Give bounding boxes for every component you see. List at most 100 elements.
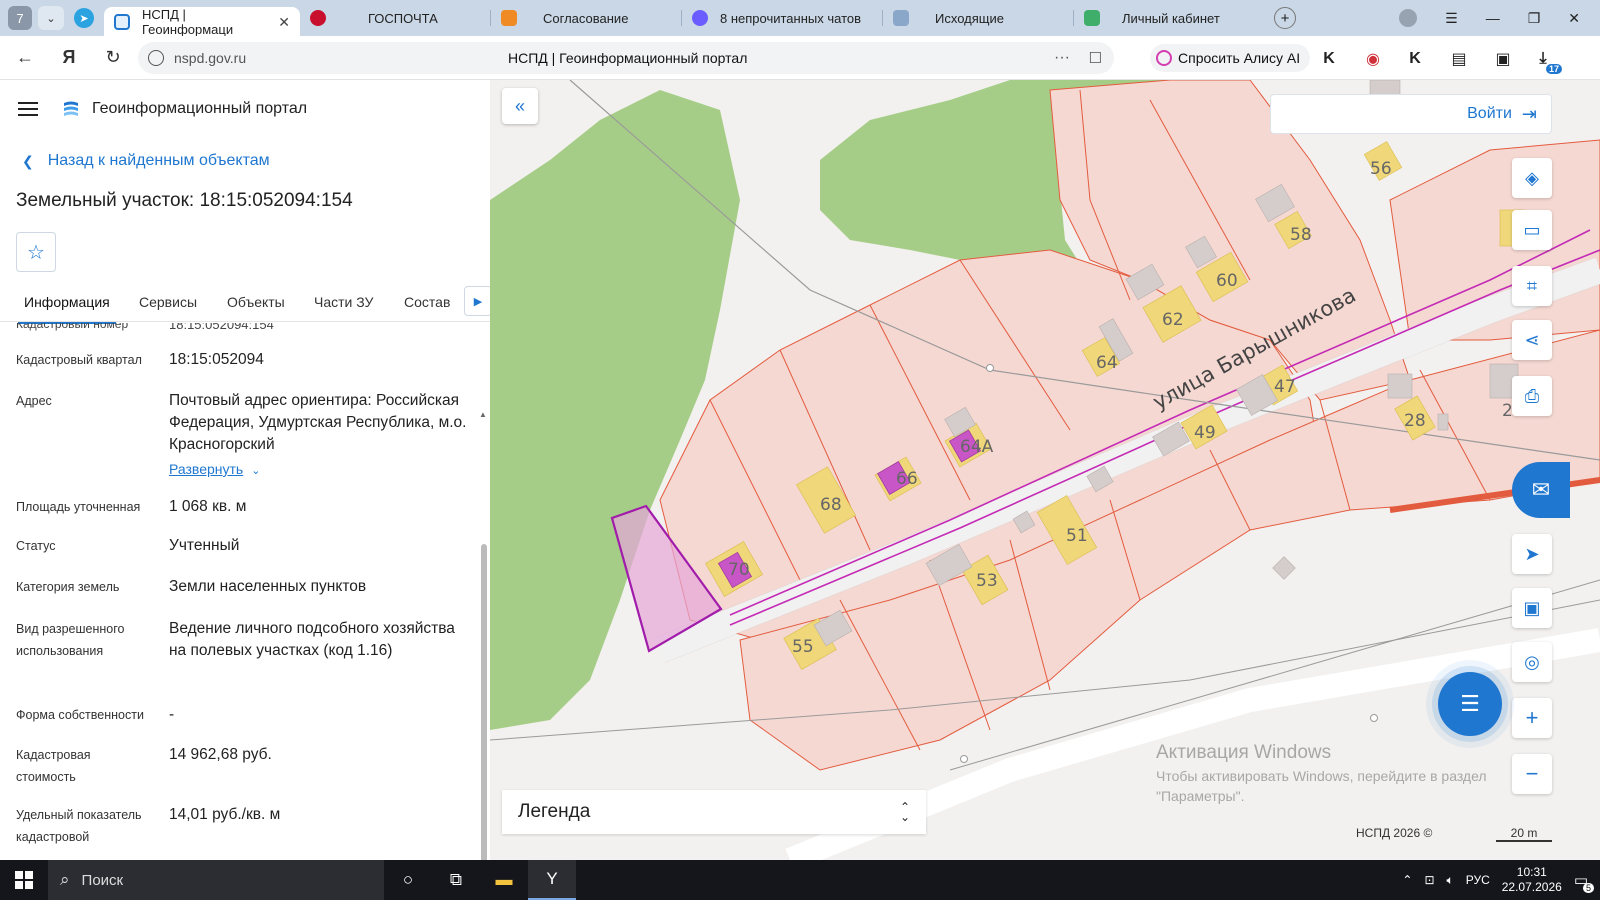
expand-address-link[interactable]: Развернуть ⌄ (169, 458, 260, 482)
network-icon[interactable]: ⊡ (1424, 873, 1434, 887)
share-button[interactable]: ⋖ (1512, 320, 1552, 360)
favorite-star-button[interactable]: ☆ (16, 232, 56, 272)
kontur-crypto-extension-icon[interactable]: K (1404, 48, 1426, 70)
measure-button[interactable]: ▭ (1512, 210, 1552, 250)
shed (1387, 373, 1413, 399)
survey-point (960, 755, 968, 763)
double-chevron-left-icon: « (514, 95, 525, 116)
downloads-badge: 17 (1545, 64, 1562, 74)
cortana-icon[interactable]: ○ (384, 860, 432, 900)
legend-panel[interactable]: Легенда ⌃ ⌄ (502, 790, 926, 834)
file-explorer-icon[interactable]: ▬ (480, 860, 528, 900)
login-icon: ⇥ (1521, 103, 1537, 124)
browser-tab-bar: 7 ⌄ ➤ НСПД | Геоинформаци ✕ ГОСПОЧТА Сог… (0, 0, 1600, 37)
object-info-panel: Геоинформационный портал ❮ Назад к найде… (0, 80, 500, 860)
tab-information[interactable]: Информация (18, 294, 116, 324)
close-window-icon[interactable]: ✕ (1568, 10, 1580, 27)
notifications-icon[interactable]: ▭ 5 (1574, 871, 1594, 893)
area-search-button[interactable]: ⌗ (1512, 266, 1552, 306)
tab-chats[interactable]: 8 непрочитанных чатов (682, 4, 882, 32)
gosuslugi-extension-icon[interactable]: ◉ (1362, 48, 1384, 70)
legend-label: Легенда (518, 801, 591, 822)
tab-cabinet[interactable]: Личный кабинет (1074, 4, 1264, 32)
approval-favicon (501, 10, 517, 26)
alice-icon (1156, 50, 1172, 66)
printer-icon: ⎙ (1524, 385, 1540, 406)
locate-button[interactable]: ➤ (1512, 534, 1552, 574)
windows-activation-watermark: Активация Windows Чтобы активировать Win… (1156, 742, 1516, 806)
survey-point (1370, 714, 1378, 722)
tab-parts[interactable]: Части ЗУ (314, 294, 373, 310)
yandex-browser-taskbar-icon[interactable]: Y (528, 860, 576, 900)
telegram-icon[interactable]: ➤ (74, 8, 94, 28)
reload-icon[interactable]: ↻ (100, 45, 126, 71)
house-number: 56 (1370, 159, 1392, 179)
start-button[interactable] (0, 860, 48, 900)
tab-composition[interactable]: Состав (404, 294, 450, 310)
alice-button[interactable]: Спросить Алису AI (1150, 44, 1311, 72)
minimize-icon[interactable]: — (1486, 10, 1500, 26)
login-button[interactable]: Войти ⇥ (1270, 94, 1552, 134)
house-number: 66 (896, 469, 918, 489)
location-icon: ◎ (1524, 651, 1540, 672)
tabs-next-button[interactable]: ▶ (464, 286, 492, 316)
menu-icon[interactable]: ☰ (1445, 10, 1458, 27)
cadastral-map[interactable]: 56 58 60 62 64 64А 66 68 70 47 49 51 53 … (490, 80, 1600, 860)
tab-services[interactable]: Сервисы (139, 294, 197, 310)
new-tab-button[interactable]: + (1274, 7, 1296, 29)
zoom-in-button[interactable]: + (1512, 698, 1552, 738)
volume-icon[interactable]: 🔈︎ (1447, 873, 1454, 888)
back-to-results-link[interactable]: ❮ Назад к найденным объектам (22, 152, 270, 170)
panel-scrollbar[interactable]: ▲ ▼ (479, 410, 487, 860)
collapse-panel-button[interactable]: « (502, 88, 538, 124)
zoom-out-button[interactable]: − (1512, 754, 1552, 794)
tab-gospochta[interactable]: ГОСПОЧТА (300, 4, 490, 32)
house-number: 70 (728, 560, 750, 580)
minimap-button[interactable]: ▣ (1512, 588, 1552, 628)
clock[interactable]: 10:31 22.07.2026 (1502, 865, 1562, 895)
tab-outgoing[interactable]: Исходящие (883, 4, 1073, 32)
attr-key-cut: Кадастровый номер (16, 323, 129, 331)
chevron-down-icon: ⌄ (251, 465, 261, 477)
bookmark-icon[interactable]: ☐ (1089, 49, 1102, 67)
window-controls: ☰ — ❐ ✕ (1399, 9, 1600, 27)
feedback-chat-button[interactable]: ✉ (1512, 462, 1570, 518)
house-number: 51 (1066, 526, 1088, 546)
docs-favicon (893, 10, 909, 26)
tab-soglasovanie[interactable]: Согласование (491, 4, 681, 32)
site-info-icon[interactable] (148, 50, 164, 66)
tab-objects[interactable]: Объекты (227, 294, 285, 310)
downloads-icon[interactable]: ⤓ 17 (1532, 48, 1562, 74)
screenshot-extension-icon[interactable]: ▣ (1492, 48, 1514, 70)
address-text: Почтовый адрес ориентира: Российская Фед… (169, 392, 467, 453)
url-field[interactable]: nspd.gov.ru НСПД | Геоинформационный пор… (138, 42, 1114, 74)
close-tab-icon[interactable]: ✕ (278, 14, 290, 31)
restore-icon[interactable]: ❐ (1528, 10, 1541, 27)
geolocation-button[interactable]: ◎ (1512, 642, 1552, 682)
task-view-icon[interactable]: ⧉ (432, 860, 480, 900)
attr-value: 1 068 кв. м (169, 498, 247, 515)
back-arrow-icon[interactable]: ← (12, 45, 38, 71)
scroll-up-icon[interactable]: ▲ (479, 410, 487, 419)
tabs-dropdown-icon[interactable]: ⌄ (38, 6, 64, 30)
print-button[interactable]: ⎙ (1512, 376, 1552, 416)
assistant-chat-button[interactable]: ☰ (1438, 672, 1502, 736)
profile-icon[interactable] (1399, 9, 1418, 27)
more-icon[interactable]: ··· (1054, 49, 1070, 67)
minimap-icon: ▣ (1523, 597, 1541, 618)
messenger-favicon (692, 10, 708, 26)
scrollbar-thumb[interactable] (481, 544, 487, 860)
language-indicator[interactable]: РУС (1466, 873, 1490, 887)
kontur-extension-icon[interactable]: K (1318, 48, 1340, 70)
gospochta-favicon (310, 10, 326, 26)
layers-button[interactable]: ◈ (1512, 158, 1552, 198)
tab-label: НСПД | Геоинформаци (142, 7, 234, 37)
hamburger-menu-icon[interactable] (18, 102, 38, 116)
tab-nspd[interactable]: НСПД | Геоинформаци ✕ (104, 7, 300, 37)
taskbar-search[interactable]: ⌕ Поиск (48, 860, 384, 900)
reading-list-icon[interactable]: ▤ (1448, 48, 1470, 70)
house-number: 28 (1404, 411, 1426, 431)
tray-chevron-icon[interactable]: ⌃ (1402, 873, 1412, 887)
tab-count-badge[interactable]: 7 (8, 6, 32, 30)
yandex-icon[interactable]: Я (56, 45, 82, 71)
